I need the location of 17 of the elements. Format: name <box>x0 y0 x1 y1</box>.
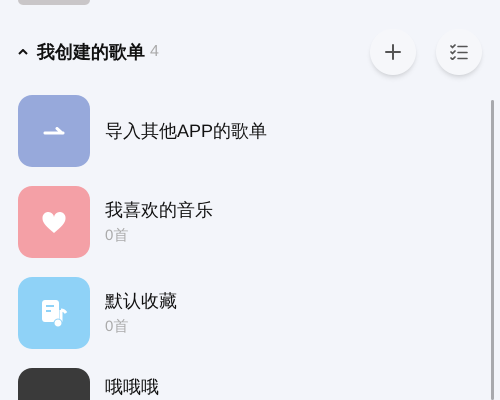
import-icon <box>43 127 65 135</box>
collapse-caret-icon[interactable] <box>18 47 28 57</box>
plus-icon <box>385 44 401 60</box>
section-title: 我创建的歌单 <box>37 40 145 64</box>
playlist-cover <box>18 0 90 5</box>
manage-list-button[interactable] <box>436 29 482 75</box>
song-count: 0首 <box>105 227 130 245</box>
playlist-title[interactable]: 导入其他APP的歌单 <box>105 120 268 142</box>
playlist-title[interactable]: 我喜欢的音乐 <box>105 199 213 221</box>
add-playlist-button[interactable] <box>370 29 416 75</box>
song-count: 0首 <box>105 318 130 336</box>
playlist-title[interactable]: 默认收藏 <box>105 290 177 312</box>
playlist-title[interactable]: 哦哦哦 <box>105 376 159 398</box>
playlist-count: 4 <box>150 42 159 62</box>
checklist-icon <box>450 44 468 60</box>
heart-icon <box>41 210 67 234</box>
music-note-document-icon <box>40 298 68 328</box>
